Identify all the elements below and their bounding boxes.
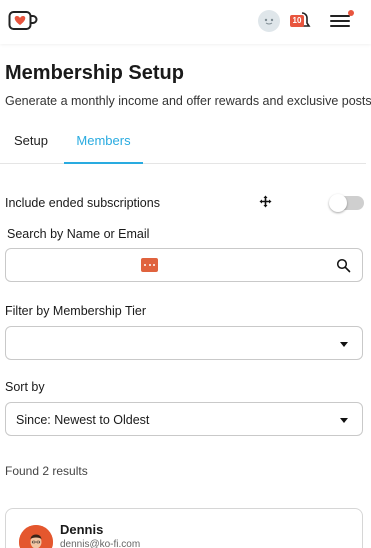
password-manager-icon[interactable] (141, 258, 158, 272)
top-navigation-bar: 10 (0, 0, 371, 44)
tab-members[interactable]: Members (64, 124, 143, 164)
toggle-knob (329, 194, 347, 212)
notification-count-badge: 10 (290, 15, 304, 27)
tier-filter-label: Filter by Membership Tier (5, 304, 147, 318)
tab-bar: Setup Members (0, 124, 366, 164)
sort-value: Since: Newest to Oldest (16, 413, 150, 427)
chevron-down-icon (340, 342, 348, 347)
move-cursor-icon (259, 195, 272, 208)
search-field (5, 248, 363, 282)
member-card[interactable]: Dennis dennis@ko-fi.com (5, 508, 363, 548)
sort-select[interactable]: Since: Newest to Oldest (5, 402, 363, 436)
page-subtitle: Generate a monthly income and offer rewa… (5, 94, 371, 108)
page-title: Membership Setup (5, 62, 184, 84)
include-ended-label: Include ended subscriptions (5, 196, 160, 210)
search-icon[interactable] (336, 258, 351, 273)
kofi-cup-logo-icon[interactable] (8, 10, 38, 32)
results-summary: Found 2 results (5, 464, 88, 478)
tier-filter-select[interactable] (5, 326, 363, 360)
member-name: Dennis (60, 522, 104, 537)
search-input[interactable] (14, 249, 324, 281)
sort-label: Sort by (5, 380, 45, 394)
search-label: Search by Name or Email (7, 227, 150, 241)
menu-notification-dot (348, 10, 354, 16)
chevron-down-icon (340, 418, 348, 423)
user-avatar-icon[interactable] (258, 10, 280, 32)
member-email: dennis@ko-fi.com (60, 539, 141, 548)
member-avatar (19, 525, 53, 548)
tab-setup[interactable]: Setup (0, 124, 62, 164)
include-ended-toggle[interactable] (329, 194, 364, 212)
